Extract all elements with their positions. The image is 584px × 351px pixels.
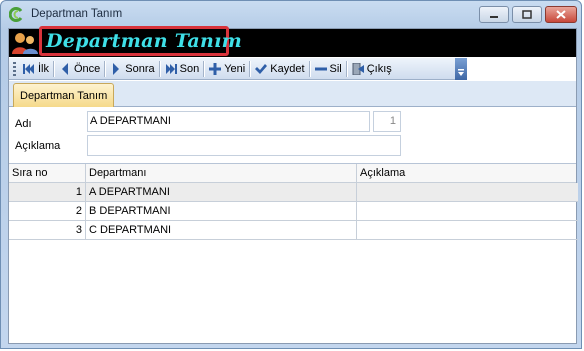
first-button[interactable]: İlk [19, 60, 53, 78]
previous-button[interactable]: Önce [55, 60, 104, 78]
column-header-department[interactable]: Departmanı [86, 164, 357, 182]
header-band: Departman Tanım [9, 26, 576, 57]
maximize-icon [522, 10, 532, 19]
header-title: Departman Tanım [46, 30, 243, 52]
minus-icon [314, 67, 327, 70]
form-body: Departman Tanım İlk Önce Sonra Son Yeni … [8, 26, 578, 344]
close-button[interactable] [545, 6, 577, 23]
cell-description [357, 202, 578, 221]
cell-department: A DEPARTMANI [86, 183, 357, 202]
toolbar-overflow-button[interactable] [455, 58, 467, 80]
save-label: Kaydet [270, 62, 305, 75]
cell-description [357, 221, 578, 240]
cell-description [357, 183, 578, 202]
table-row[interactable]: 2 B DEPARTMANI [9, 202, 578, 221]
app-window: Departman Tanım Departman Tanım İlk Önce… [0, 0, 582, 349]
chevron-down-icon [458, 69, 464, 76]
toolbar: İlk Önce Sonra Son Yeni Kaydet Sil Çıkış [9, 58, 467, 80]
previous-icon [62, 62, 68, 75]
grid-header: Sıra no Departmanı Açıklama [9, 164, 576, 183]
column-header-no[interactable]: Sıra no [9, 164, 86, 182]
record-number-field[interactable]: 1 [373, 111, 401, 132]
name-label: Adı [15, 118, 32, 130]
new-button[interactable]: Yeni [205, 60, 249, 78]
delete-button[interactable]: Sil [311, 60, 346, 78]
last-button[interactable]: Son [161, 60, 204, 78]
new-label: Yeni [224, 62, 246, 75]
tab-strip: Departman Tanım [9, 81, 576, 107]
table-row[interactable]: 1 A DEPARTMANI [9, 183, 578, 202]
next-icon [113, 62, 120, 75]
close-icon [556, 10, 566, 19]
last-label: Son [179, 62, 200, 75]
header-title-frame: Departman Tanım [39, 26, 242, 56]
users-icon [12, 33, 38, 54]
save-button[interactable]: Kaydet [251, 60, 308, 78]
checkmark-icon [255, 63, 268, 74]
previous-label: Önce [74, 62, 101, 75]
cell-no: 1 [9, 183, 86, 202]
department-grid: Sıra no Departmanı Açıklama 1 A DEPARTMA… [9, 163, 578, 344]
description-field[interactable] [87, 135, 401, 156]
minimize-button[interactable] [479, 6, 509, 23]
tab-department[interactable]: Departman Tanım [13, 83, 115, 107]
title-bar[interactable]: Departman Tanım [1, 1, 581, 28]
cell-no: 3 [9, 221, 86, 240]
cell-no: 2 [9, 202, 86, 221]
next-label: Sonra [125, 62, 155, 75]
cell-department: C DEPARTMANI [86, 221, 357, 240]
table-row[interactable]: 3 C DEPARTMANI [9, 221, 578, 240]
cell-department: B DEPARTMANI [86, 202, 357, 221]
name-field[interactable]: A DEPARTMANI [87, 111, 370, 132]
first-label: İlk [38, 62, 49, 75]
plus-icon [209, 62, 222, 75]
maximize-button[interactable] [512, 6, 542, 23]
column-header-description[interactable]: Açıklama [357, 164, 578, 182]
window-title: Departman Tanım [31, 8, 123, 20]
next-button[interactable]: Sonra [106, 60, 158, 78]
first-icon [23, 63, 34, 74]
last-icon [165, 63, 177, 74]
exit-button[interactable]: Çıkış [348, 60, 396, 78]
minimize-icon [490, 15, 498, 18]
exit-label: Çıkış [366, 62, 392, 75]
description-label: Açıklama [15, 140, 61, 152]
delete-label: Sil [329, 62, 342, 75]
app-logo-icon [9, 7, 23, 22]
toolbar-grip[interactable] [13, 61, 16, 76]
exit-door-icon [352, 62, 364, 75]
